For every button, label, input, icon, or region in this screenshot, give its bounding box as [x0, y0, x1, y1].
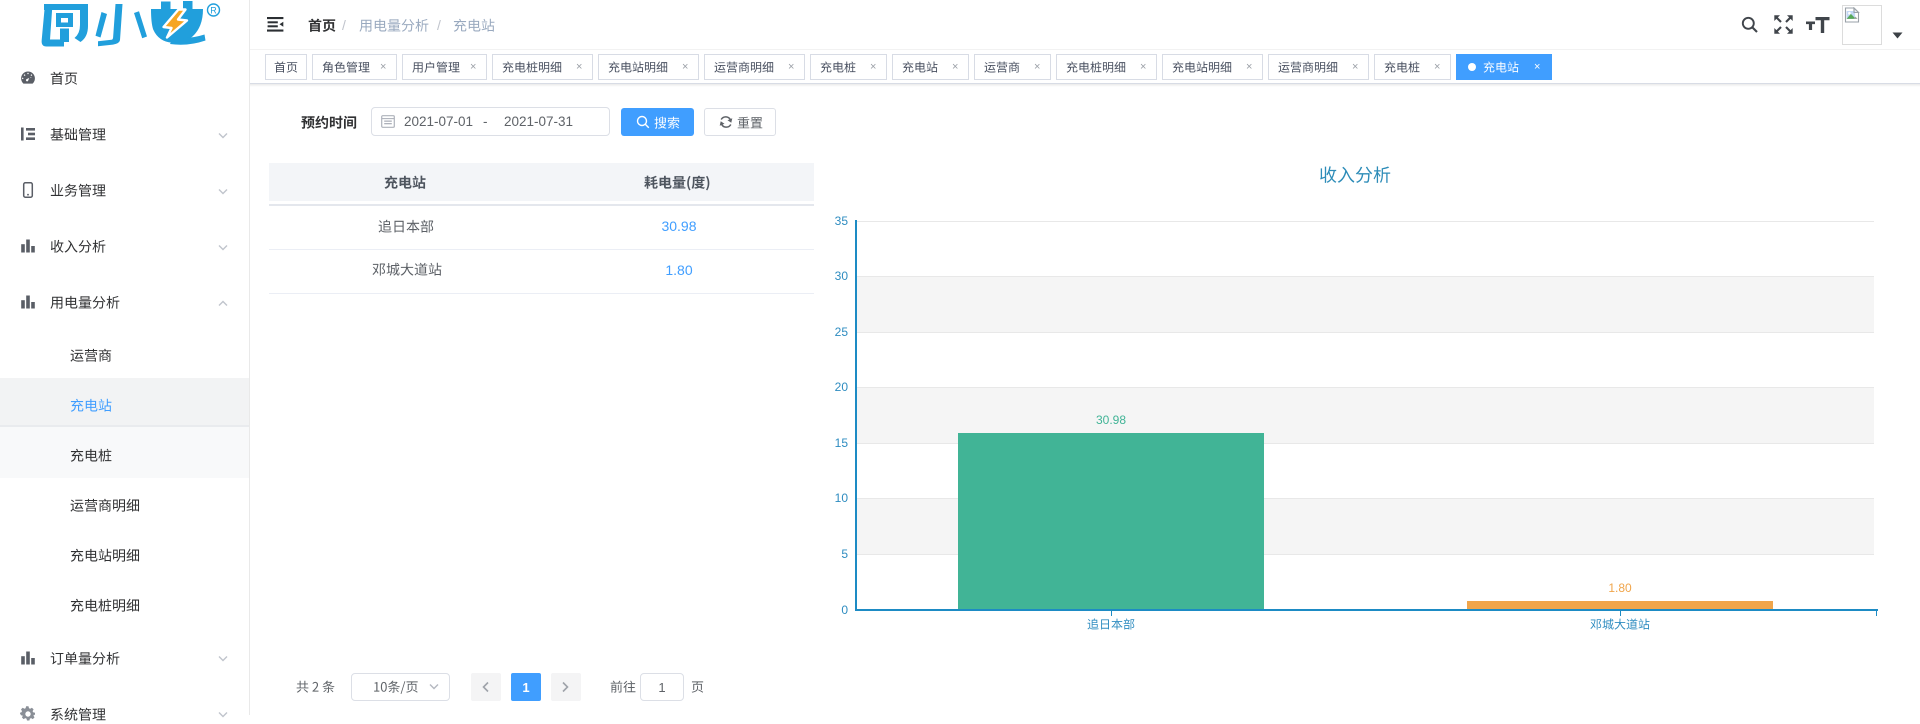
svg-text:R: R — [210, 5, 217, 15]
